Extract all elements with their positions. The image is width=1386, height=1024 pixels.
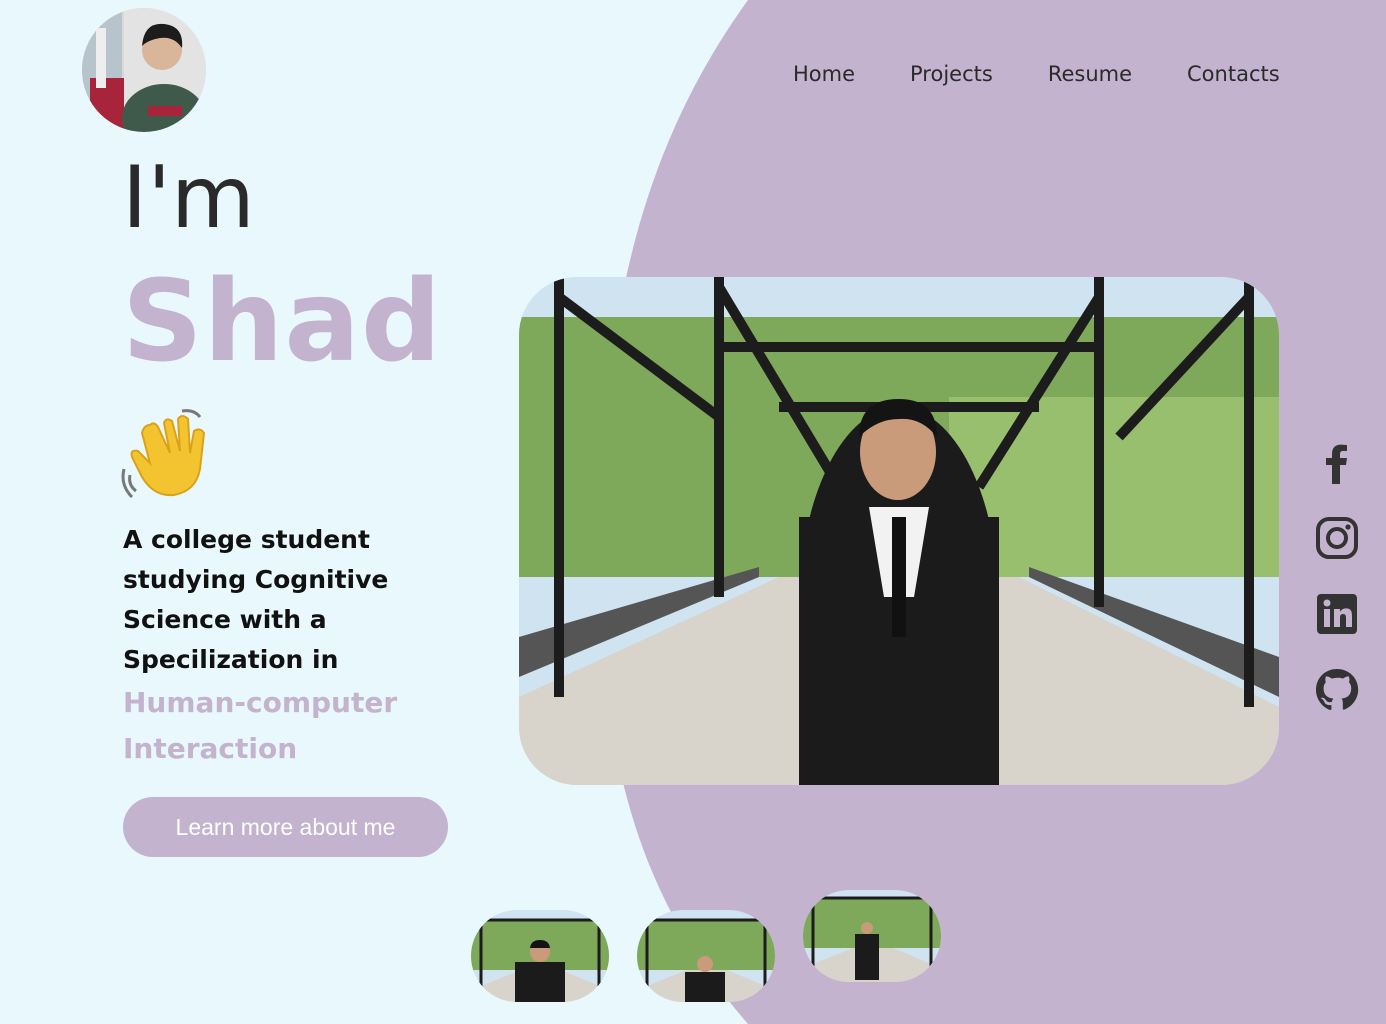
waving-hand-icon bbox=[121, 409, 206, 499]
instagram-link[interactable] bbox=[1313, 514, 1361, 562]
instagram-icon bbox=[1316, 517, 1358, 559]
github-link[interactable] bbox=[1313, 666, 1361, 714]
greeting-text: I'm bbox=[122, 148, 255, 248]
social-links bbox=[1313, 438, 1361, 742]
facebook-icon bbox=[1326, 444, 1347, 484]
thumbnail-3[interactable] bbox=[803, 890, 941, 982]
nav-resume[interactable]: Resume bbox=[1048, 60, 1132, 88]
facebook-link[interactable] bbox=[1313, 438, 1361, 486]
avatar-photo bbox=[82, 8, 206, 132]
thumbnail-photo bbox=[471, 910, 609, 1002]
thumbnail-2[interactable] bbox=[637, 910, 775, 1002]
bridge-photo bbox=[519, 277, 1279, 785]
nav-home[interactable]: Home bbox=[793, 60, 855, 88]
thumbnail-photo bbox=[803, 890, 941, 982]
thumbnail-photo bbox=[637, 910, 775, 1002]
name-heading: Shad bbox=[122, 257, 443, 387]
description-line: Science with a bbox=[123, 605, 327, 634]
linkedin-link[interactable] bbox=[1313, 590, 1361, 638]
nav-projects[interactable]: Projects bbox=[910, 60, 993, 88]
main-nav: Home Projects Resume Contacts bbox=[793, 60, 1280, 88]
learn-more-button[interactable]: Learn more about me bbox=[123, 797, 448, 857]
thumbnail-1[interactable] bbox=[471, 910, 609, 1002]
nav-contacts[interactable]: Contacts bbox=[1187, 60, 1280, 88]
hero-photo bbox=[519, 277, 1279, 785]
specialization-text: Human-computer Interaction bbox=[123, 680, 483, 772]
specialization-line: Human-computer bbox=[123, 686, 398, 719]
description-line: studying Cognitive bbox=[123, 565, 389, 594]
linkedin-icon bbox=[1317, 594, 1357, 634]
description-line: A college student bbox=[123, 525, 370, 554]
avatar[interactable] bbox=[82, 8, 206, 132]
specialization-line: Interaction bbox=[123, 732, 298, 765]
github-icon bbox=[1316, 669, 1359, 710]
description-line: Specilization in bbox=[123, 645, 339, 674]
hero-description: A college student studying Cognitive Sci… bbox=[123, 520, 453, 680]
